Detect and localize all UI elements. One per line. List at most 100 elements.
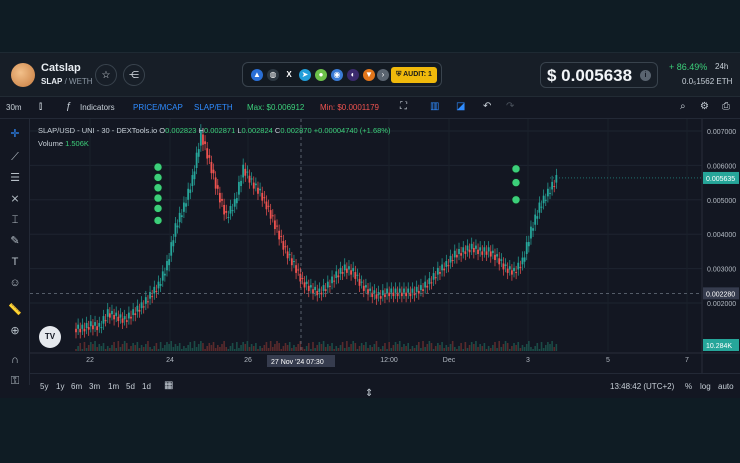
volume-bar — [225, 347, 228, 351]
fullscreen-icon[interactable]: ⛶ — [400, 101, 407, 112]
gear-icon[interactable]: ⚙ — [700, 101, 709, 112]
dextools-icon[interactable]: ▲ — [251, 69, 263, 81]
bar-chart-icon[interactable]: ▥ — [430, 101, 439, 112]
uniswap-icon[interactable]: ◐ — [347, 69, 359, 81]
price-chart[interactable]: 0.007000 0.006000 0.005000 0.004000 0.003000… — [30, 119, 740, 373]
pattern-icon[interactable]: ⨯ — [8, 192, 22, 206]
trend-line-icon[interactable]: ⟋ — [8, 150, 22, 164]
lock-drawings-icon[interactable]: ⚿ — [8, 374, 22, 388]
candle-body — [470, 243, 473, 249]
volume-bar — [551, 341, 553, 351]
etherscan-icon[interactable]: ◉ — [331, 69, 343, 81]
volume-bar — [164, 345, 166, 351]
volume-bar — [534, 346, 536, 351]
range-1y[interactable]: 1y — [56, 382, 64, 391]
volume-bar — [286, 345, 289, 351]
tradingview-logo[interactable]: TV — [39, 326, 61, 348]
price-mcap-toggle[interactable]: PRICE/MCAP — [133, 103, 183, 112]
indicators-button[interactable]: Indicators — [80, 103, 115, 112]
candle-body — [331, 276, 333, 284]
line-chart-icon[interactable]: ◪ — [456, 101, 465, 112]
y-tick-label: 0.002000 — [707, 301, 736, 308]
ruler-icon[interactable]: 📏 — [8, 303, 22, 317]
volume-bar — [451, 341, 454, 351]
candle-body — [384, 294, 386, 297]
volume-bar — [544, 345, 547, 351]
candle-body — [301, 278, 304, 280]
candle-body — [138, 309, 141, 312]
volume-bar — [255, 343, 257, 351]
emoji-icon[interactable]: ☺ — [8, 276, 22, 290]
info-icon[interactable]: i — [640, 70, 651, 81]
candle-body — [193, 171, 196, 180]
share-icon: ⋲ — [129, 69, 139, 81]
volume-bar — [187, 345, 189, 351]
candle-body — [360, 281, 363, 283]
metamask-icon[interactable]: ▼ — [363, 69, 375, 81]
candle-body — [436, 267, 439, 275]
volume-bar — [331, 343, 333, 351]
candle-body — [375, 294, 378, 299]
range-5d[interactable]: 5d — [126, 382, 135, 391]
candle-type-icon[interactable]: ⫾ — [39, 101, 42, 112]
percent-toggle[interactable]: % — [685, 382, 692, 391]
candle-body — [212, 169, 215, 174]
volume-bar — [210, 345, 213, 351]
undo-icon[interactable]: ↶ — [483, 101, 491, 112]
magnet-icon[interactable]: ∩ — [8, 353, 22, 367]
volume-bar — [229, 346, 232, 351]
volume-bar — [276, 341, 278, 351]
candle-body — [202, 134, 204, 145]
auto-toggle[interactable]: auto — [718, 382, 734, 391]
measure-icon[interactable]: ⌶ — [8, 213, 22, 227]
share-button[interactable]: ⋲ — [123, 64, 145, 86]
zoom-in-icon[interactable]: ⊕ — [8, 324, 22, 338]
volume-bar — [479, 344, 481, 351]
text-icon[interactable]: T — [8, 255, 22, 269]
volume-bar — [293, 345, 295, 351]
x-icon[interactable]: X — [283, 69, 295, 81]
camera-icon[interactable]: ⎙ — [722, 101, 730, 112]
y-tick-label: 0.003000 — [707, 267, 736, 274]
bottom-background — [0, 398, 740, 463]
interval-select[interactable]: 30m — [6, 103, 22, 112]
more-icon[interactable]: › — [377, 69, 389, 81]
candle-body — [244, 168, 247, 176]
candle-body — [180, 215, 183, 217]
range-1d[interactable]: 1d — [142, 382, 151, 391]
log-toggle[interactable]: log — [700, 382, 711, 391]
eth-price-value: 0.0₅1562 — [682, 77, 715, 86]
range-1m[interactable]: 1m — [108, 382, 119, 391]
indicators-icon[interactable]: ƒ — [66, 101, 72, 112]
candle-body — [322, 285, 325, 291]
candle-body — [85, 322, 88, 328]
coingecko-icon[interactable]: ● — [315, 69, 327, 81]
search-icon[interactable]: ⌕ — [680, 101, 686, 112]
x-tick-label: Dec — [443, 357, 456, 364]
pair-toggle[interactable]: SLAP/ETH — [194, 103, 233, 112]
volume-bar — [360, 343, 363, 351]
horizontal-lines-icon[interactable]: ☰ — [8, 171, 22, 185]
candle-body — [157, 281, 160, 289]
redo-icon[interactable]: ↷ — [506, 101, 514, 112]
calendar-icon[interactable]: ▦ — [164, 380, 173, 391]
candle-body — [142, 306, 145, 308]
volume-bar — [75, 349, 77, 351]
crosshair-icon[interactable]: ✛ — [8, 127, 22, 141]
globe-icon[interactable]: ◍ — [267, 69, 279, 81]
range-5y[interactable]: 5y — [40, 382, 48, 391]
volume-bar — [424, 347, 426, 351]
candle-body — [451, 260, 454, 261]
volume-bar — [375, 341, 378, 351]
volume-bar — [223, 341, 225, 351]
candle-body — [466, 245, 469, 251]
legend-symbol: SLAP/USD - UNI - 30 - DEXTools.io — [38, 126, 158, 135]
brush-icon[interactable]: ✎ — [8, 234, 22, 248]
favorite-button[interactable]: ☆ — [95, 64, 117, 86]
audit-badge[interactable]: ⛨ AUDIT: 1 — [391, 67, 437, 83]
telegram-icon[interactable]: ➤ — [299, 69, 311, 81]
star-icon: ☆ — [101, 69, 111, 81]
range-3m[interactable]: 3m — [89, 382, 100, 391]
range-6m[interactable]: 6m — [71, 382, 82, 391]
candle-body — [428, 278, 431, 285]
